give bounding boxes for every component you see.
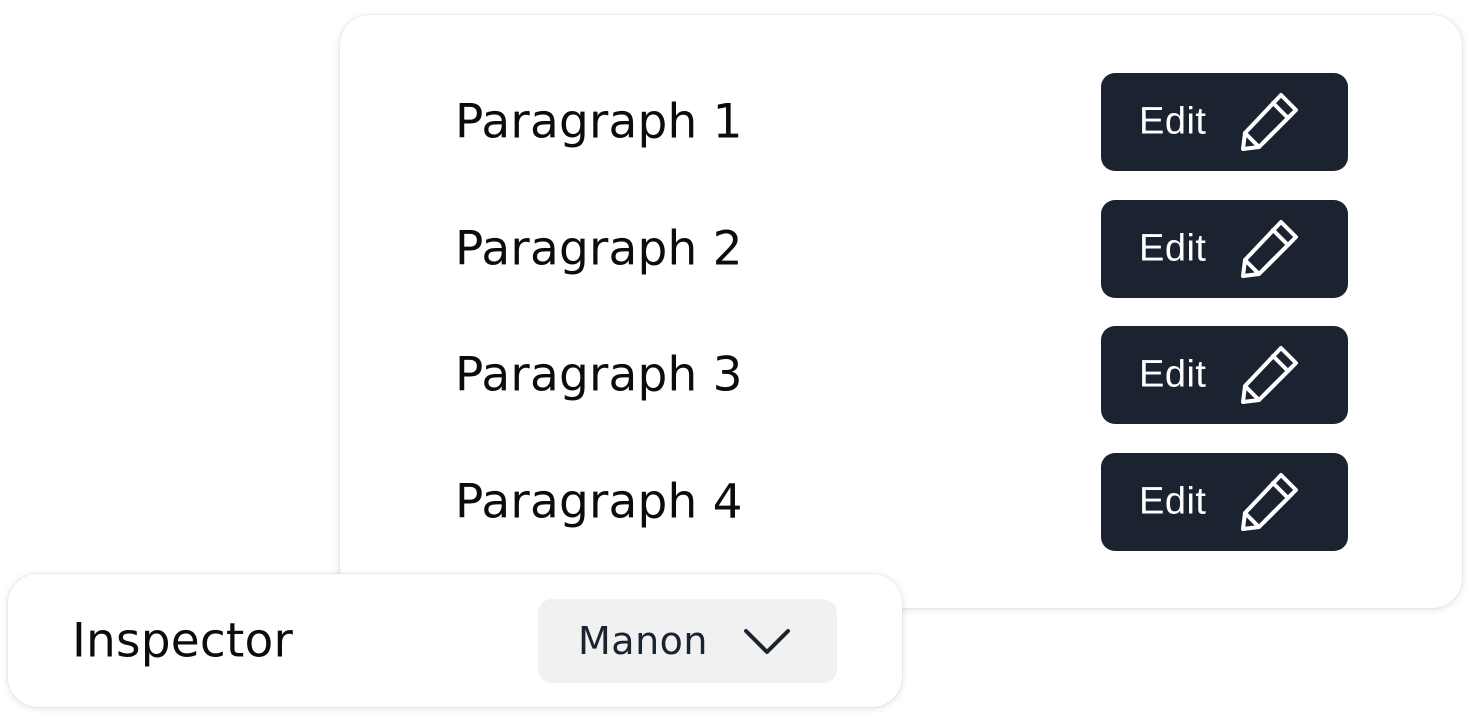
edit-paragraph-4-button[interactable]: Edit <box>1101 453 1348 551</box>
edit-paragraph-2-button[interactable]: Edit <box>1101 200 1348 298</box>
paragraph-list-panel: Paragraph 1 Edit Paragraph 2 Edit Paragr… <box>340 15 1462 608</box>
edit-button-label: Edit <box>1139 227 1207 270</box>
edit-button-label: Edit <box>1139 100 1207 143</box>
paragraph-row: Paragraph 1 Edit <box>340 73 1462 171</box>
edit-paragraph-1-button[interactable]: Edit <box>1101 73 1348 171</box>
paragraph-row: Paragraph 2 Edit <box>340 200 1462 298</box>
pencil-icon <box>1241 220 1298 278</box>
edit-button-label: Edit <box>1139 353 1207 396</box>
inspector-select[interactable]: Manon <box>538 599 837 683</box>
edit-button-label: Edit <box>1139 480 1207 523</box>
pencil-icon <box>1241 346 1298 404</box>
pencil-icon <box>1241 93 1298 151</box>
inspector-label: Inspector <box>72 613 294 668</box>
paragraph-row: Paragraph 3 Edit <box>340 326 1462 424</box>
paragraph-row: Paragraph 4 Edit <box>340 453 1462 551</box>
paragraph-label: Paragraph 2 <box>455 221 743 277</box>
paragraph-label: Paragraph 4 <box>455 474 743 530</box>
edit-paragraph-3-button[interactable]: Edit <box>1101 326 1348 424</box>
inspector-selected-value: Manon <box>578 619 708 663</box>
pencil-icon <box>1241 473 1298 531</box>
chevron-down-icon <box>744 629 790 654</box>
paragraph-label: Paragraph 3 <box>455 347 743 403</box>
inspector-bar: Inspector Manon <box>8 574 902 707</box>
paragraph-label: Paragraph 1 <box>455 94 743 150</box>
